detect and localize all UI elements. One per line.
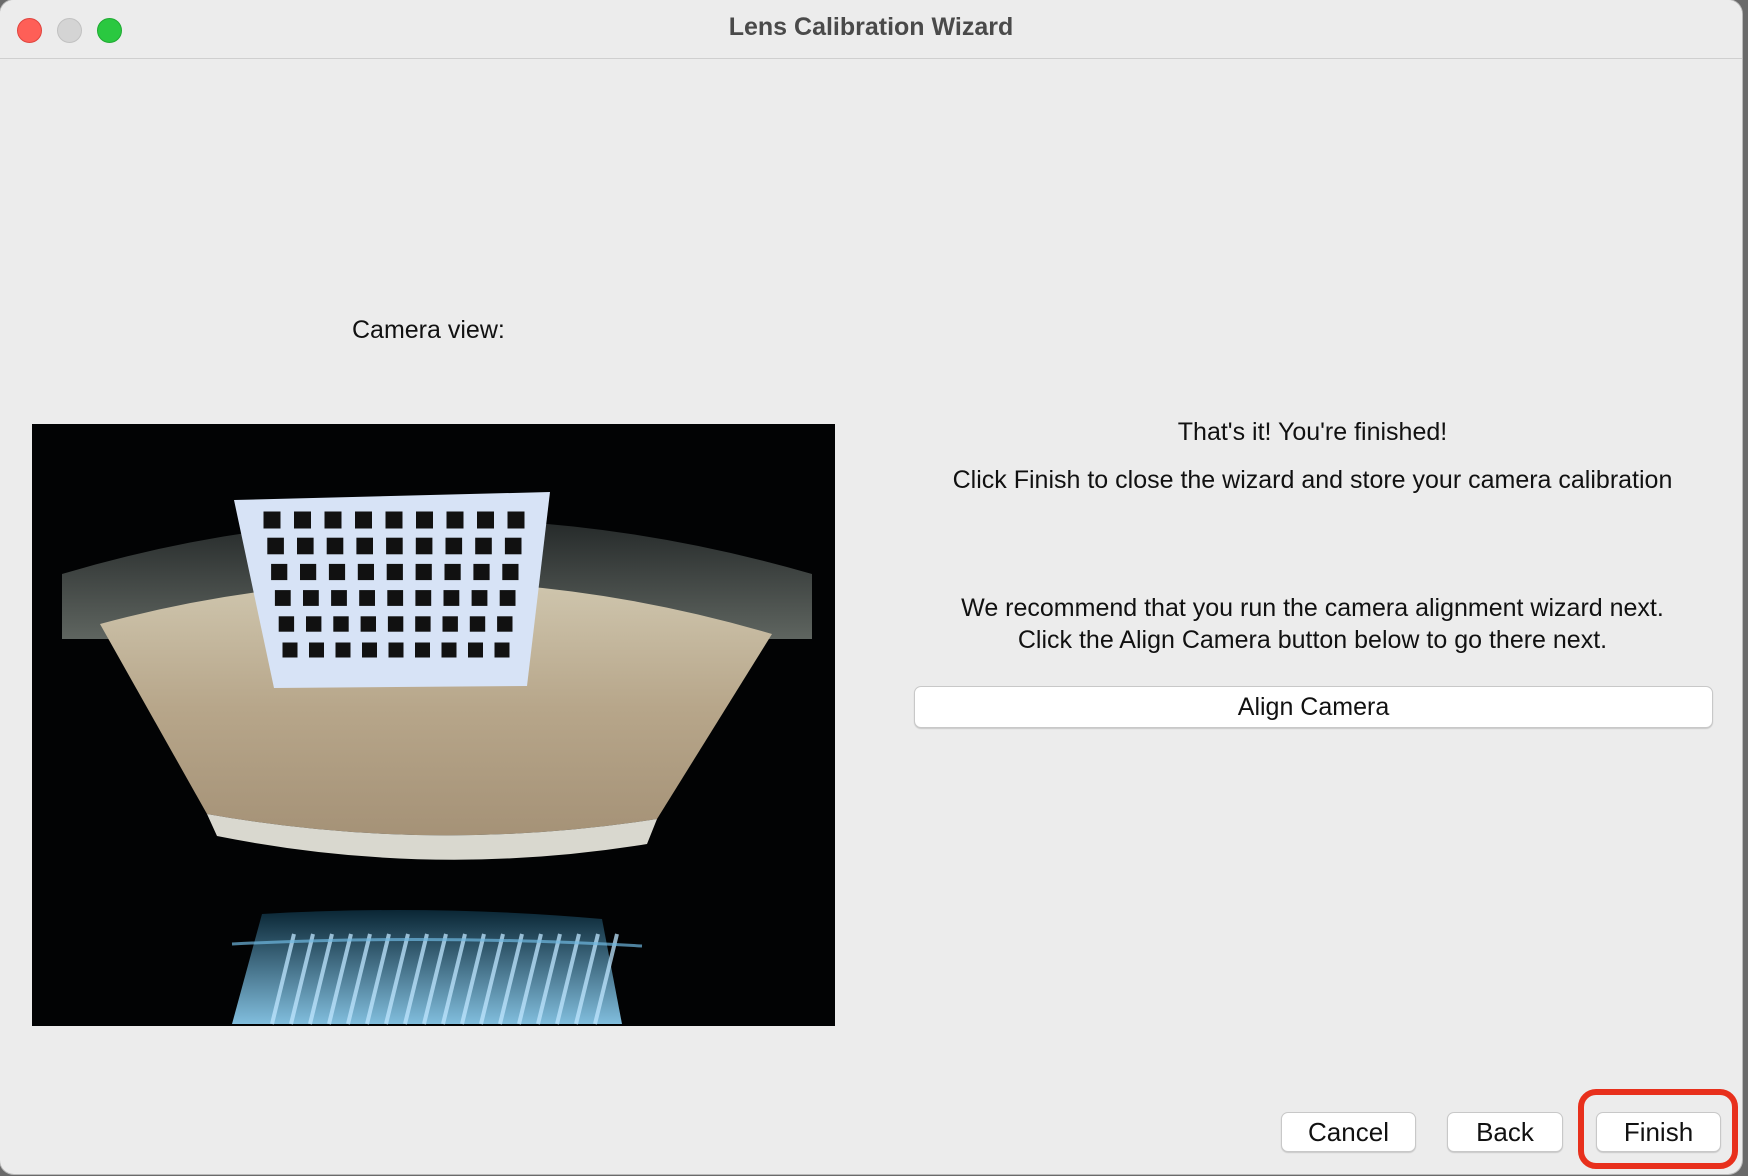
camera-view-image bbox=[32, 424, 835, 1026]
finish-instruction: Click Finish to close the wizard and sto… bbox=[952, 466, 1673, 494]
wizard-window: Lens Calibration Wizard Camera view: Tha… bbox=[0, 0, 1742, 1174]
back-button[interactable]: Back bbox=[1447, 1112, 1563, 1152]
title-bar: Lens Calibration Wizard bbox=[0, 0, 1742, 59]
cancel-button[interactable]: Cancel bbox=[1281, 1112, 1416, 1152]
finished-heading: That's it! You're finished! bbox=[1177, 418, 1448, 446]
recommend-line-2: Click the Align Camera button below to g… bbox=[1017, 626, 1608, 654]
window-title: Lens Calibration Wizard bbox=[728, 13, 1014, 41]
camera-view-label: Camera view: bbox=[352, 316, 505, 344]
recommend-line-1: We recommend that you run the camera ali… bbox=[961, 594, 1664, 622]
align-camera-button[interactable]: Align Camera bbox=[914, 686, 1713, 728]
finish-highlight-outline bbox=[1578, 1089, 1738, 1169]
